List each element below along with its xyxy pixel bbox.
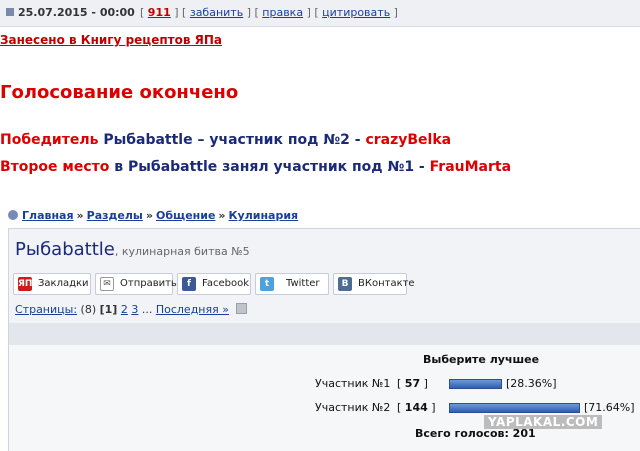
breadcrumb: Главная» Разделы» Общение» Кулинария	[8, 209, 298, 222]
winner-contest: Рыбаbattle	[103, 132, 193, 148]
breadcrumb-sep: »	[76, 209, 84, 222]
site-watermark: YAPLAKAL.COM	[484, 415, 603, 429]
current-page: [1]	[99, 303, 118, 316]
post-actions: [ 911 ] [ забанить ] [ правка ] [ цитиро…	[140, 6, 398, 19]
page-2-link[interactable]: 2	[121, 303, 128, 316]
poll-title: Выберите лучшее	[423, 353, 540, 366]
topic-panel: Рыбаbattle, кулинарная битва №5 ЯП Закла…	[8, 228, 640, 451]
quote-link[interactable]: цитировать	[322, 6, 390, 19]
topic-title-row: Рыбаbattle, кулинарная битва №5	[15, 239, 250, 260]
facebook-icon: f	[182, 277, 196, 291]
post-count-link[interactable]: 911	[148, 6, 171, 19]
ban-link[interactable]: забанить	[190, 6, 243, 19]
topic-title: Рыбаbattle	[15, 239, 115, 260]
twitter-icon: t	[260, 277, 274, 291]
poll-option-votes: [ 57 ]	[397, 377, 428, 390]
second-middle2: занял участник под №1 -	[222, 159, 425, 175]
poll-area	[9, 345, 640, 451]
send-label: Отправить	[120, 278, 177, 289]
poll-header-band	[9, 323, 640, 345]
twitter-button[interactable]: t Twitter	[255, 273, 329, 295]
winner-middle: – участник под №2 -	[197, 132, 361, 148]
post-header-bar: 25.07.2015 - 00:00 [ 911 ] [ забанить ] …	[0, 0, 640, 27]
facebook-button[interactable]: f Facebook	[177, 273, 251, 295]
winner-name: crazyBelka	[365, 132, 452, 148]
breadcrumb-home[interactable]: Главная	[22, 209, 74, 222]
breadcrumb-sep: »	[145, 209, 153, 222]
bookmarks-label: Закладки	[38, 278, 89, 289]
pagination: Страницы: (8) [1] 2 3 ... Последняя »	[15, 303, 248, 316]
post-date: 25.07.2015 - 00:00	[6, 0, 135, 26]
breadcrumb-sections[interactable]: Разделы	[87, 209, 143, 222]
poll-option-percent: [28.36%]	[506, 377, 557, 390]
page-3-link[interactable]: 3	[131, 303, 138, 316]
last-page-link[interactable]: Последняя »	[156, 303, 229, 316]
second-name: FrauMarta	[429, 159, 512, 175]
breadcrumb-cooking[interactable]: Кулинария	[229, 209, 299, 222]
second-prefix: Второе место	[0, 159, 110, 175]
recipe-book-link[interactable]: Занесено в Книгу рецептов ЯПа	[0, 33, 222, 47]
second-contest: Рыбаbattle	[128, 159, 218, 175]
pages-ellipsis: ...	[141, 303, 153, 316]
poll-option-bar	[449, 403, 580, 413]
yap-icon: ЯП	[18, 277, 33, 291]
edit-link[interactable]: правка	[262, 6, 303, 19]
poll-option-name: Участник №1	[315, 377, 391, 390]
second-middle1: в	[114, 159, 124, 175]
pages-label-link[interactable]: Страницы:	[15, 303, 77, 316]
pages-total: (8)	[80, 303, 97, 316]
bookmarks-button[interactable]: ЯП Закладки	[13, 273, 91, 295]
poll-option-bar	[449, 379, 502, 389]
winner-line: Победитель Рыбаbattle – участник под №2 …	[0, 132, 451, 148]
facebook-label: Facebook	[202, 278, 249, 289]
second-place-line: Второе место в Рыбаbattle занял участник…	[0, 159, 511, 175]
breadcrumb-sep: »	[218, 209, 226, 222]
post-date-text: 25.07.2015 - 00:00	[18, 6, 135, 19]
jump-page-icon[interactable]	[236, 303, 248, 314]
poll-option-name: Участник №2	[315, 401, 391, 414]
vk-icon: B	[338, 277, 352, 291]
mail-icon: ✉	[100, 277, 114, 291]
home-icon	[8, 210, 18, 220]
poll-option-votes: [ 144 ]	[397, 401, 436, 414]
voting-finished-headline: Голосование окончено	[0, 82, 239, 103]
winner-prefix: Победитель	[0, 132, 99, 148]
topic-subtitle: , кулинарная битва №5	[114, 245, 250, 258]
twitter-label: Twitter	[286, 278, 320, 289]
vkontakte-button[interactable]: B ВКонтакте	[333, 273, 415, 295]
vkontakte-label: ВКонтакте	[358, 278, 415, 289]
send-button[interactable]: ✉ Отправить	[95, 273, 177, 295]
poll-option-percent: [71.64%]	[584, 401, 635, 414]
post-marker-icon	[6, 8, 14, 16]
breadcrumb-community[interactable]: Общение	[156, 209, 215, 222]
